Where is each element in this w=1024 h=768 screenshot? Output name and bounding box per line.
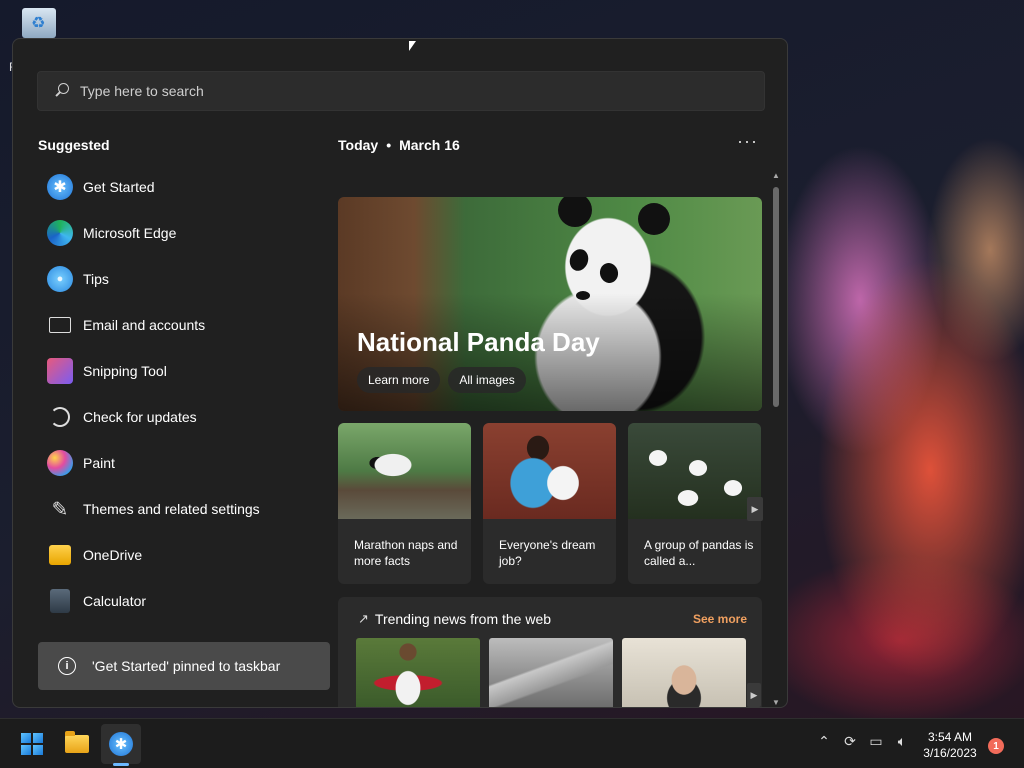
hero-card[interactable]: National Panda Day Learn more All images <box>338 197 762 411</box>
file-explorer-button[interactable] <box>57 724 97 764</box>
sugg-label: Paint <box>83 455 115 471</box>
hero-buttons: Learn more All images <box>357 367 526 393</box>
sugg-item-paint[interactable]: Paint <box>37 440 327 486</box>
sugg-label: Tips <box>83 271 109 287</box>
sugg-item-calculator[interactable]: Calculator <box>37 578 327 624</box>
tips-icon <box>47 266 73 292</box>
feed-header: Today • March 16 <box>338 137 460 153</box>
suggested-list: Get Started Microsoft Edge Tips Email an… <box>37 164 327 624</box>
search-icon <box>54 83 70 99</box>
trending-title-text: Trending news from the web <box>374 611 552 627</box>
sugg-item-edge[interactable]: Microsoft Edge <box>37 210 327 256</box>
sugg-item-tips[interactable]: Tips <box>37 256 327 302</box>
all-images-button[interactable]: All images <box>448 367 526 393</box>
card-text: A group of pandas is called a... <box>644 538 754 568</box>
card-image <box>338 423 471 519</box>
feed-today: Today <box>338 137 379 153</box>
notification-badge[interactable]: 1 <box>988 738 1004 754</box>
trending-image[interactable] <box>489 638 613 707</box>
mouse-cursor-icon <box>409 41 416 51</box>
feed-bullet: • <box>386 137 392 153</box>
cards-next-arrow-icon[interactable]: ▶ <box>747 497 763 521</box>
start-panel: Suggested Get Started Microsoft Edge Tip… <box>12 38 788 708</box>
get-started-taskbar-button[interactable]: ✱ <box>101 724 141 764</box>
clock[interactable]: 3:54 AM 3/16/2023 <box>920 729 980 761</box>
search-input[interactable] <box>80 83 680 99</box>
sugg-label: Get Started <box>83 179 155 195</box>
trending-images <box>356 638 746 707</box>
recycle-bin-icon[interactable] <box>22 8 56 38</box>
update-icon <box>50 407 70 427</box>
chevron-up-icon[interactable]: ⌃ <box>816 733 832 750</box>
clock-time: 3:54 AM <box>927 730 973 744</box>
sugg-label: Snipping Tool <box>83 363 167 379</box>
start-button[interactable] <box>12 724 52 764</box>
sugg-item-themes[interactable]: Themes and related settings <box>37 486 327 532</box>
sugg-item-get-started[interactable]: Get Started <box>37 164 327 210</box>
snipping-tool-icon <box>47 358 73 384</box>
system-tray: ⌃ ⟳ ▭ 🔈︎ <box>816 733 910 750</box>
edge-icon <box>47 220 73 246</box>
sugg-label: Microsoft Edge <box>83 225 177 241</box>
pinned-toast: i 'Get Started' pinned to taskbar <box>38 642 330 690</box>
sugg-label: Check for updates <box>83 409 197 425</box>
sugg-item-email[interactable]: Email and accounts <box>37 302 327 348</box>
scroll-thumb[interactable] <box>773 187 779 407</box>
folder-icon <box>65 731 89 753</box>
card-image <box>483 423 616 519</box>
trending-section: ↗ Trending news from the web See more <box>338 597 762 707</box>
sugg-label: OneDrive <box>83 547 143 563</box>
windows-logo-icon <box>21 733 43 755</box>
scroll-up-icon[interactable]: ▲ <box>772 171 780 180</box>
clock-date: 3/16/2023 <box>923 746 977 760</box>
sugg-label: Calculator <box>83 593 147 609</box>
feed-date: March 16 <box>399 137 460 153</box>
card-image <box>628 423 761 519</box>
trending-icon: ↗ <box>358 611 369 626</box>
onedrive-icon <box>49 545 71 565</box>
volume-icon[interactable]: 🔈︎ <box>894 733 910 750</box>
sugg-item-updates[interactable]: Check for updates <box>37 394 327 440</box>
taskbar: ✱ ⌃ ⟳ ▭ 🔈︎ 3:54 AM 3/16/2023 1 <box>0 718 1024 768</box>
get-started-icon <box>47 174 73 200</box>
see-more-link[interactable]: See more <box>693 612 747 626</box>
trending-next-arrow-icon[interactable]: ▶ <box>747 683 761 707</box>
fact-cards: Marathon naps and more facts Everyone's … <box>338 423 761 584</box>
trending-image[interactable] <box>356 638 480 707</box>
scroll-down-icon[interactable]: ▼ <box>772 698 780 707</box>
info-icon: i <box>58 657 76 675</box>
network-icon[interactable]: ▭ <box>868 733 884 750</box>
brush-icon <box>47 496 73 522</box>
fact-card[interactable]: A group of pandas is called a... <box>628 423 761 584</box>
hero-title: National Panda Day <box>357 327 600 357</box>
search-box[interactable] <box>37 71 765 111</box>
sugg-label: Themes and related settings <box>83 501 260 517</box>
trending-title: ↗ Trending news from the web <box>358 611 551 627</box>
toast-message: 'Get Started' pinned to taskbar <box>92 658 281 674</box>
mail-icon <box>49 317 71 333</box>
sugg-item-onedrive[interactable]: OneDrive <box>37 532 327 578</box>
sync-icon[interactable]: ⟳ <box>842 733 858 750</box>
learn-more-button[interactable]: Learn more <box>357 367 441 393</box>
card-text: Everyone's dream job? <box>499 538 596 568</box>
active-app-indicator <box>113 763 129 766</box>
fact-card[interactable]: Everyone's dream job? <box>483 423 616 584</box>
get-started-icon: ✱ <box>109 732 133 756</box>
calculator-icon <box>50 589 70 613</box>
fact-card[interactable]: Marathon naps and more facts <box>338 423 471 584</box>
card-text: Marathon naps and more facts <box>354 538 458 568</box>
trending-image[interactable] <box>622 638 746 707</box>
sugg-item-snipping[interactable]: Snipping Tool <box>37 348 327 394</box>
suggested-heading: Suggested <box>38 137 110 153</box>
sugg-label: Email and accounts <box>83 317 206 333</box>
paint-icon <box>47 450 73 476</box>
more-options-icon[interactable]: ··· <box>737 131 758 152</box>
feed-scrollbar[interactable]: ▲ ▼ <box>772 171 780 707</box>
